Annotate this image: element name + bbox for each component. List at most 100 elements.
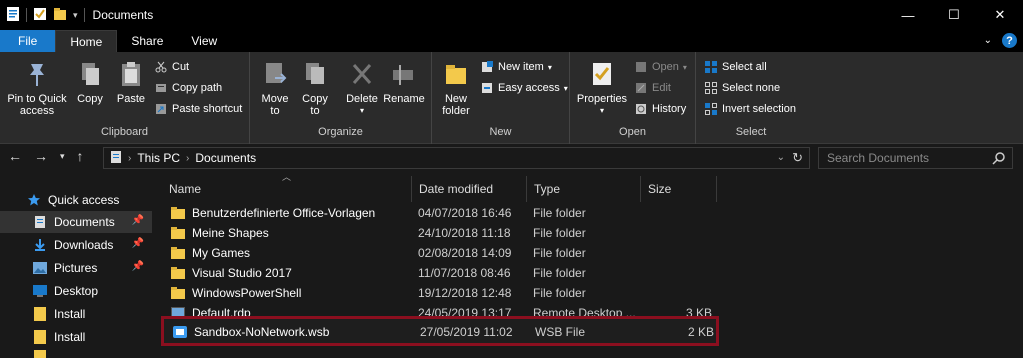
select-none-button[interactable]: Select none: [704, 81, 780, 95]
column-header-type[interactable]: Type: [527, 176, 641, 202]
documents-icon: [32, 214, 48, 230]
forward-arrow-icon[interactable]: →: [34, 148, 48, 164]
invert-selection-button[interactable]: Invert selection: [704, 102, 796, 116]
sidebar-item-documents[interactable]: Documents 📌: [0, 211, 152, 233]
open-icon: [634, 60, 648, 74]
navigation-pane: Quick access Documents 📌 Downloads 📌 Pic…: [0, 172, 152, 358]
history-icon: [634, 102, 648, 116]
paste-shortcut-button[interactable]: Paste shortcut: [154, 102, 242, 116]
invert-selection-icon: [704, 102, 718, 116]
file-type: File folder: [533, 206, 586, 220]
file-name: Meine Shapes: [192, 226, 269, 240]
minimize-button[interactable]: —: [885, 0, 931, 30]
column-header-date[interactable]: Date modified: [412, 176, 527, 202]
tab-home[interactable]: Home: [55, 30, 118, 52]
properties-icon: [586, 58, 618, 90]
table-row[interactable]: Visual Studio 2017 11/07/2018 08:46 File…: [162, 263, 717, 283]
refresh-icon[interactable]: ↻: [792, 150, 803, 166]
file-name: Visual Studio 2017: [192, 266, 292, 280]
ribbon-tabs: File Home Share View ⌄ ?: [0, 30, 1023, 52]
open-group-label: Open: [619, 126, 646, 138]
recent-locations-icon[interactable]: ▾: [60, 151, 65, 162]
explorer-icon[interactable]: [6, 6, 20, 25]
tab-view[interactable]: View: [177, 30, 231, 52]
file-date: 04/07/2018 16:46: [418, 206, 512, 220]
edit-button[interactable]: Edit: [634, 81, 671, 95]
delete-button[interactable]: Delete ▾: [344, 58, 380, 117]
select-all-button[interactable]: Select all: [704, 60, 767, 74]
properties-qat-icon[interactable]: [33, 7, 47, 24]
expand-ribbon-icon[interactable]: ⌄: [984, 35, 992, 46]
help-icon[interactable]: ?: [1002, 33, 1017, 48]
pin-icon[interactable]: 📌: [132, 238, 144, 249]
file-date: 11/07/2018 08:46: [418, 266, 511, 280]
folder-icon: [170, 206, 186, 220]
rename-button[interactable]: Rename: [383, 58, 425, 105]
sidebar-item-install[interactable]: Install: [0, 303, 152, 325]
copy-to-button[interactable]: Copy to: [298, 58, 332, 117]
copy-path-button[interactable]: Copy path: [154, 81, 222, 95]
open-button[interactable]: Open ▾: [634, 60, 687, 74]
maximize-button[interactable]: ☐: [931, 0, 977, 30]
new-folder-qat-icon[interactable]: [53, 7, 67, 24]
desktop-icon: [32, 283, 48, 299]
move-to-icon: [259, 58, 291, 90]
sidebar-item-quick-access[interactable]: Quick access: [0, 189, 152, 211]
delete-icon: [346, 58, 378, 90]
cut-button[interactable]: Cut: [154, 60, 189, 74]
back-arrow-icon[interactable]: ←: [8, 148, 22, 164]
pin-to-quick-access-button[interactable]: Pin to Quick access: [6, 58, 68, 117]
easy-access-button[interactable]: Easy access ▾: [480, 81, 568, 95]
address-bar[interactable]: › This PC › Documents ⌄ ↻: [103, 147, 810, 169]
folder-icon: [170, 226, 186, 240]
new-item-icon: [480, 60, 494, 74]
history-button[interactable]: History: [634, 102, 686, 116]
file-type: File folder: [533, 286, 586, 300]
table-row[interactable]: Meine Shapes 24/10/2018 11:18 File folde…: [162, 223, 717, 243]
table-row[interactable]: WindowsPowerShell 19/12/2018 12:48 File …: [162, 283, 717, 303]
search-icon[interactable]: [992, 151, 1006, 168]
select-none-icon: [704, 81, 718, 95]
sidebar-item-desktop[interactable]: Desktop: [0, 280, 152, 302]
tab-share[interactable]: Share: [117, 30, 177, 52]
rename-icon: [388, 58, 420, 90]
file-date: 02/08/2018 14:09: [418, 246, 512, 260]
copy-button[interactable]: Copy: [72, 58, 108, 105]
properties-button[interactable]: Properties ▾: [574, 58, 630, 117]
table-row[interactable]: Benutzerdefinierte Office-Vorlagen 04/07…: [162, 203, 717, 223]
breadcrumb-this-pc[interactable]: This PC: [137, 151, 180, 165]
customize-qat-icon[interactable]: ▾: [73, 10, 78, 21]
select-all-icon: [704, 60, 718, 74]
paste-button[interactable]: Paste: [112, 58, 150, 105]
tab-file[interactable]: File: [0, 30, 56, 52]
pin-icon[interactable]: 📌: [132, 261, 144, 272]
sidebar-item-pictures[interactable]: Pictures 📌: [0, 257, 152, 279]
folder-icon: [32, 350, 48, 358]
star-icon: [26, 192, 42, 208]
pin-icon[interactable]: 📌: [132, 215, 144, 226]
file-name: Sandbox-NoNetwork.wsb: [194, 325, 330, 339]
documents-location-icon: [110, 150, 122, 167]
breadcrumb-documents[interactable]: Documents: [195, 151, 256, 165]
file-size: [592, 263, 712, 283]
scissors-icon: [154, 60, 168, 74]
up-arrow-icon[interactable]: ↑: [77, 148, 84, 164]
close-button[interactable]: ✕: [977, 0, 1023, 30]
column-header-name[interactable]: Name: [162, 176, 412, 202]
search-input[interactable]: Search Documents: [818, 147, 1013, 169]
clipboard-group: Pin to Quick access Copy Paste Cut Copy …: [0, 52, 250, 144]
table-row-selected[interactable]: Sandbox-NoNetwork.wsb 27/05/2019 11:02 W…: [161, 316, 719, 346]
column-header-size[interactable]: Size: [641, 176, 717, 202]
breadcrumb-separator-icon: ›: [186, 152, 190, 164]
breadcrumb-separator-icon: ›: [128, 152, 132, 164]
new-folder-button[interactable]: New folder: [438, 58, 474, 117]
sidebar-item-install[interactable]: Install: [0, 326, 152, 348]
table-row[interactable]: My Games 02/08/2018 14:09 File folder: [162, 243, 717, 263]
file-name: Benutzerdefinierte Office-Vorlagen: [192, 206, 376, 220]
move-to-button[interactable]: Move to: [258, 58, 292, 117]
address-dropdown-icon[interactable]: ⌄: [777, 152, 785, 163]
sidebar-item-downloads[interactable]: Downloads 📌: [0, 234, 152, 256]
sidebar-item-clipped: [0, 350, 152, 358]
new-item-button[interactable]: New item ▾: [480, 60, 552, 74]
file-type: File folder: [533, 246, 586, 260]
